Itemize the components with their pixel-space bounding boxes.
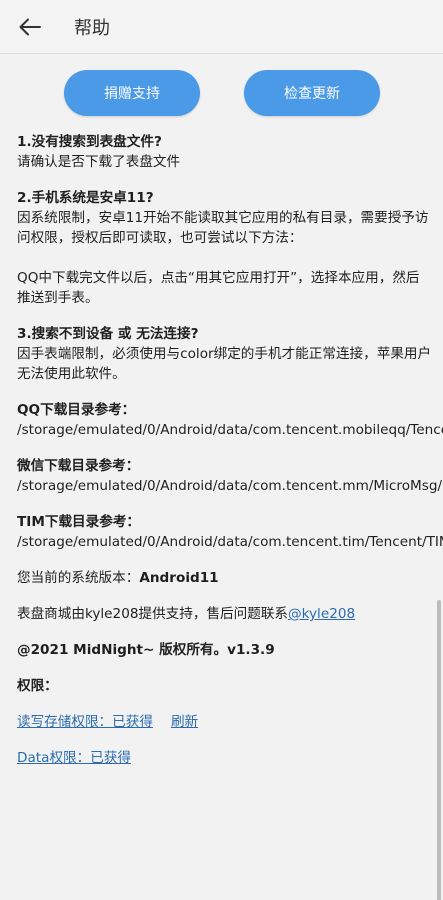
donate-button[interactable]: 捐赠支持 xyxy=(64,70,200,116)
tim-dir-path: /storage/emulated/0/Android/data/com.ten… xyxy=(17,534,443,550)
faq-answer-extra: QQ中下载完文件以后，点击“用其它应用打开”，选择本应用，然后推送到手表。 xyxy=(17,270,420,306)
tim-dir-section: TIM下载目录参考： /storage/emulated/0/Android/d… xyxy=(17,512,443,552)
copyright: @2021 MidNight~ 版权所有。v1.3.9 xyxy=(17,640,432,660)
support-contact-link[interactable]: @kyle208 xyxy=(288,606,355,622)
copyright-text: @2021 MidNight~ 版权所有。v1.3.9 xyxy=(17,642,275,658)
qq-dir-path: /storage/emulated/0/Android/data/com.ten… xyxy=(17,422,443,438)
check-update-button[interactable]: 检查更新 xyxy=(244,70,380,116)
qq-dir-section: QQ下载目录参考： /storage/emulated/0/Android/da… xyxy=(17,400,443,440)
arrow-left-icon xyxy=(19,18,41,35)
wechat-dir-title: 微信下载目录参考： xyxy=(17,458,140,474)
faq-item-2: 2.手机系统是安卓11? 因系统限制，安卓11开始不能读取其它应用的私有目录，需… xyxy=(17,188,432,308)
permissions-title: 权限： xyxy=(17,678,58,694)
help-text: 1.没有搜索到表盘文件? 请确认是否下载了表盘文件 2.手机系统是安卓11? 因… xyxy=(17,132,443,784)
faq-answer: 请确认是否下载了表盘文件 xyxy=(17,154,181,170)
help-content[interactable]: 捐赠支持 检查更新 1.没有搜索到表盘文件? 请确认是否下载了表盘文件 2.手机… xyxy=(0,55,443,900)
faq-answer: 因手表端限制，必须使用与color绑定的手机才能正常连接，苹果用户无法使用此软件… xyxy=(17,346,432,382)
faq-title: 1.没有搜索到表盘文件? xyxy=(17,134,162,150)
version-value: Android11 xyxy=(139,570,219,586)
faq-item-3: 3.搜索不到设备 或 无法连接? 因手表端限制，必须使用与color绑定的手机才… xyxy=(17,324,432,384)
faq-title: 3.搜索不到设备 或 无法连接? xyxy=(17,326,199,342)
tim-dir-title: TIM下载目录参考： xyxy=(17,514,141,530)
support-text: 表盘商城由kyle208提供支持，售后问题联系 xyxy=(17,606,289,622)
wechat-dir-section: 微信下载目录参考： /storage/emulated/0/Android/da… xyxy=(17,456,443,496)
wechat-dir-path: /storage/emulated/0/Android/data/com.ten… xyxy=(17,478,443,494)
refresh-link[interactable]: 刷新 xyxy=(171,714,198,730)
data-permission-link[interactable]: Data权限：已获得 xyxy=(17,750,131,766)
faq-title: 2.手机系统是安卓11? xyxy=(17,190,154,206)
permissions-title-row: 权限： xyxy=(17,676,432,696)
back-button[interactable] xyxy=(0,0,60,54)
data-permission-row: Data权限：已获得 xyxy=(17,748,432,768)
support-info: 表盘商城由kyle208提供支持，售后问题联系@kyle208 xyxy=(17,604,432,624)
scrollbar[interactable] xyxy=(437,600,441,900)
page-title: 帮助 xyxy=(74,17,110,39)
qq-dir-title: QQ下载目录参考： xyxy=(17,402,136,418)
faq-answer: 因系统限制，安卓11开始不能读取其它应用的私有目录，需要授予访问权限，授权后即可… xyxy=(17,210,429,246)
system-version: 您当前的系统版本：Android11 xyxy=(17,568,432,588)
version-label: 您当前的系统版本： xyxy=(17,570,140,586)
action-buttons: 捐赠支持 检查更新 xyxy=(0,70,443,116)
storage-permission-link[interactable]: 读写存储权限：已获得 xyxy=(17,714,153,730)
storage-permission-row: 读写存储权限：已获得 刷新 xyxy=(17,712,432,732)
faq-item-1: 1.没有搜索到表盘文件? 请确认是否下载了表盘文件 xyxy=(17,132,432,172)
app-bar: 帮助 xyxy=(0,0,443,54)
